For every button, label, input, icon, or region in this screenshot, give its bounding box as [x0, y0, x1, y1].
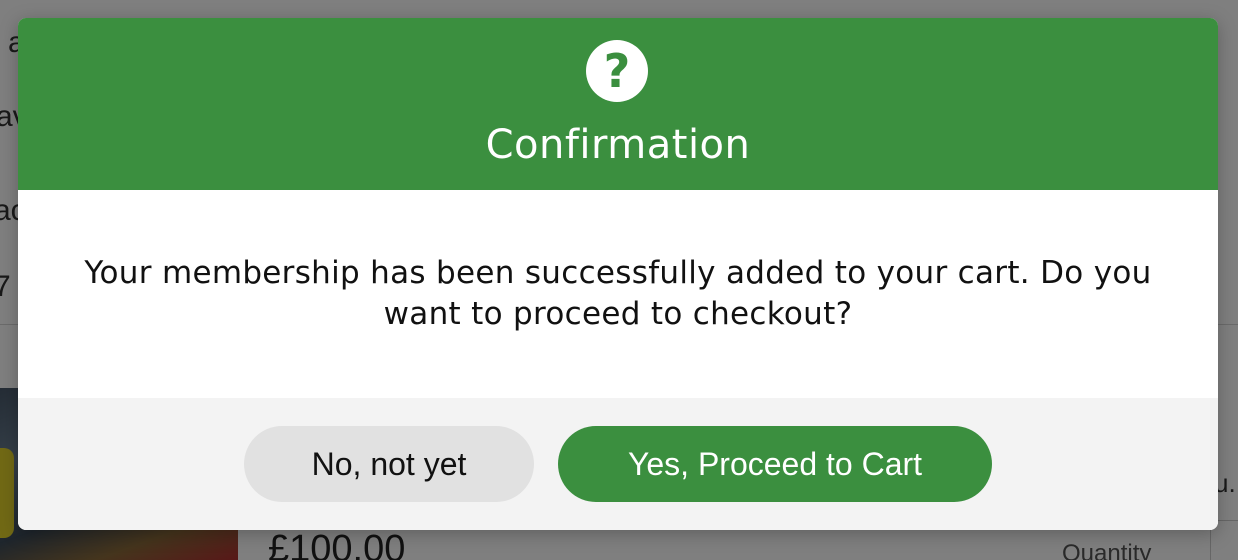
- question-circle-icon: ?: [586, 40, 648, 102]
- page: a av ac 7 u. £100.00 Quantity ? Confirma…: [0, 0, 1238, 560]
- dialog-footer: No, not yet Yes, Proceed to Cart: [18, 398, 1218, 530]
- dialog-header: ? Confirmation: [18, 18, 1218, 190]
- no-not-yet-button[interactable]: No, not yet: [244, 426, 534, 502]
- confirmation-dialog: ? Confirmation Your membership has been …: [18, 18, 1218, 530]
- dialog-message: Your membership has been successfully ad…: [84, 255, 1152, 332]
- dialog-body: Your membership has been successfully ad…: [18, 190, 1218, 398]
- dialog-title: Confirmation: [485, 122, 751, 168]
- proceed-to-cart-button[interactable]: Yes, Proceed to Cart: [558, 426, 992, 502]
